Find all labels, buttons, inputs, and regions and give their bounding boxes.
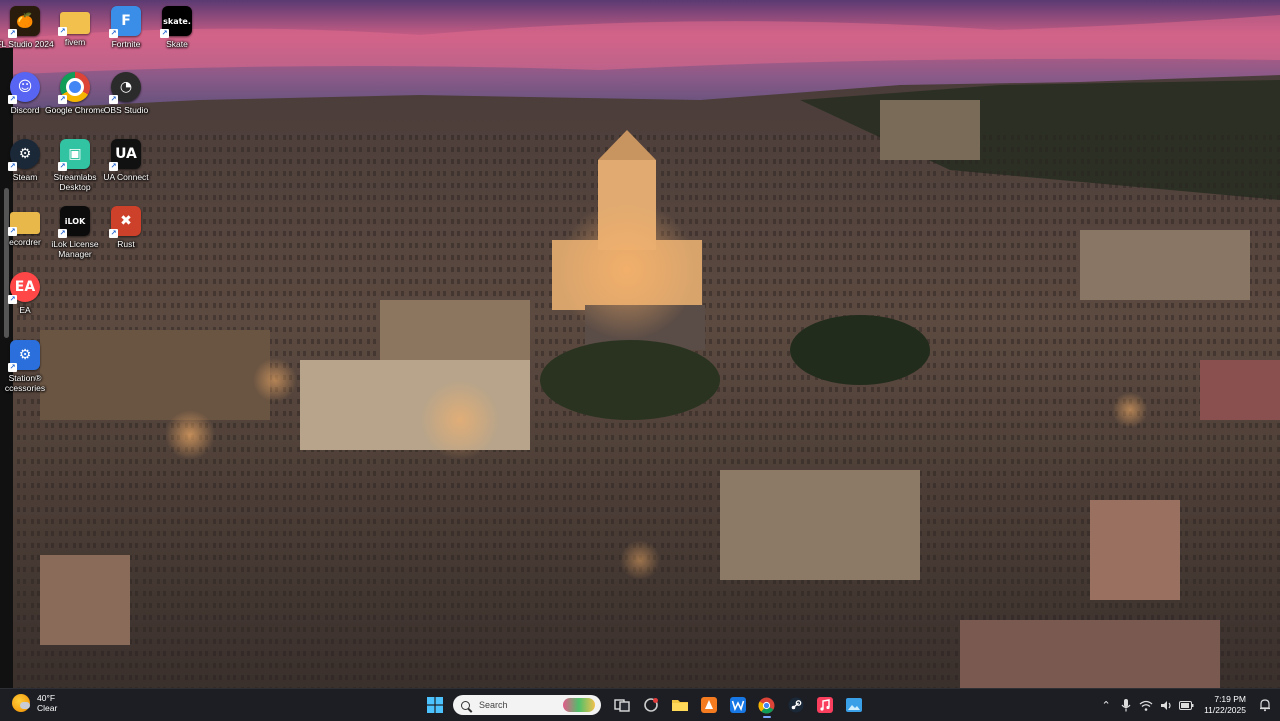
- app-orange-button[interactable]: [696, 692, 722, 718]
- file-explorer-button[interactable]: [667, 692, 693, 718]
- search-icon: [461, 700, 470, 710]
- taskbar-search-box[interactable]: Search: [453, 695, 601, 715]
- copilot-icon: [643, 698, 658, 712]
- chrome-icon: ↗: [58, 72, 90, 104]
- orange-app-icon: [700, 697, 717, 713]
- desktop-icon-label: Rust: [117, 239, 135, 249]
- folder-icon: ↗: [58, 12, 90, 36]
- weather-condition: Clear: [37, 703, 58, 713]
- chrome-icon: [758, 697, 775, 713]
- shortcut-arrow-icon: ↗: [8, 295, 17, 304]
- task-view-icon: [613, 699, 630, 712]
- shortcut-arrow-icon: ↗: [160, 29, 169, 38]
- search-placeholder: Search: [479, 700, 508, 710]
- shortcut-arrow-icon: ↗: [8, 95, 17, 104]
- playstation-accessories-icon: ⚙ ↗: [8, 340, 40, 372]
- weather-icon: [12, 694, 30, 712]
- wifi-icon[interactable]: [1136, 695, 1156, 715]
- music-icon: [816, 697, 833, 713]
- photos-icon: [845, 698, 862, 712]
- app-blue-w-button[interactable]: [725, 692, 751, 718]
- ua-connect-icon: UA ↗: [109, 139, 141, 171]
- desktop-icon-label: EA: [19, 305, 31, 315]
- shortcut-arrow-icon: ↗: [58, 229, 67, 238]
- taskbar: 40°F Clear Search ⌃ 7:19 PM 11/22/2025: [0, 688, 1280, 721]
- shortcut-arrow-icon: ↗: [8, 29, 17, 38]
- steam-icon: [788, 697, 803, 713]
- shortcut-arrow-icon: ↗: [58, 95, 67, 104]
- fl-studio-icon: 🍊 ↗: [8, 6, 40, 38]
- folder-icon: ↗: [8, 212, 40, 236]
- shortcut-arrow-icon: ↗: [8, 227, 17, 236]
- shortcut-arrow-icon: ↗: [109, 95, 118, 104]
- taskbar-center: Search: [420, 692, 868, 718]
- shortcut-arrow-icon: ↗: [8, 162, 17, 171]
- steam-taskbar-button[interactable]: [783, 692, 809, 718]
- notification-bell-icon[interactable]: [1258, 698, 1272, 712]
- desktop-icon-obs[interactable]: ◔ ↗ OBS Studio: [95, 68, 157, 115]
- windows-logo-icon: [426, 697, 443, 713]
- desktop-icon-label: Skate: [166, 39, 188, 49]
- start-button[interactable]: [422, 692, 448, 718]
- ilok-icon: iLOK ↗: [58, 206, 90, 238]
- battery-icon[interactable]: [1176, 695, 1196, 715]
- clock-time: 7:19 PM: [1214, 694, 1246, 704]
- folder-icon: [671, 700, 688, 711]
- streamlabs-icon: ▣ ↗: [58, 139, 90, 171]
- search-highlight-graphic: [563, 698, 595, 712]
- microphone-icon[interactable]: [1116, 695, 1136, 715]
- system-tray: ⌃ 7:19 PM 11/22/2025: [1096, 689, 1280, 721]
- desktop-icon-skate[interactable]: skate. ↗ Skate: [146, 2, 208, 49]
- copilot-button[interactable]: [638, 692, 664, 718]
- photos-taskbar-button[interactable]: [841, 692, 867, 718]
- chevron-up-icon[interactable]: ⌃: [1096, 695, 1116, 715]
- desktop-icon-playstation-accessories[interactable]: ⚙ ↗ Station® ccessories: [0, 336, 56, 393]
- desktop-wallpaper: [0, 0, 1280, 688]
- shortcut-arrow-icon: ↗: [8, 363, 17, 372]
- shortcut-arrow-icon: ↗: [109, 29, 118, 38]
- desktop-icon-rust[interactable]: ✖ ↗ Rust: [95, 202, 157, 249]
- weather-widget[interactable]: 40°F Clear: [12, 693, 57, 713]
- shortcut-arrow-icon: ↗: [109, 162, 118, 171]
- desktop-icon-label: OBS Studio: [103, 105, 149, 115]
- steam-icon: ⚙ ↗: [8, 139, 40, 171]
- task-view-button[interactable]: [609, 692, 635, 718]
- obs-icon: ◔ ↗: [109, 72, 141, 104]
- shortcut-arrow-icon: ↗: [109, 229, 118, 238]
- fortnite-icon: F ↗: [109, 6, 141, 38]
- desktop-icon-ea[interactable]: EA ↗ EA: [0, 268, 56, 315]
- clock-date: 11/22/2025: [1204, 705, 1246, 715]
- taskbar-clock[interactable]: 7:19 PM 11/22/2025: [1204, 694, 1246, 716]
- skate-icon: skate. ↗: [160, 6, 192, 38]
- desktop-icon-ua-connect[interactable]: UA ↗ UA Connect: [95, 135, 157, 182]
- rust-icon: ✖ ↗: [109, 206, 141, 238]
- chrome-taskbar-button[interactable]: [754, 692, 780, 718]
- volume-icon[interactable]: [1156, 695, 1176, 715]
- shortcut-arrow-icon: ↗: [58, 162, 67, 171]
- shortcut-arrow-icon: ↗: [58, 27, 67, 36]
- ea-icon: EA ↗: [8, 272, 40, 304]
- discord-icon: ☺ ↗: [8, 72, 40, 104]
- desktop-icon-label: UA Connect: [103, 172, 149, 182]
- music-taskbar-button[interactable]: [812, 692, 838, 718]
- w-app-icon: [729, 697, 746, 713]
- weather-temperature: 40°F: [37, 693, 56, 703]
- desktop-icon-label: Station® ccessories: [4, 373, 46, 393]
